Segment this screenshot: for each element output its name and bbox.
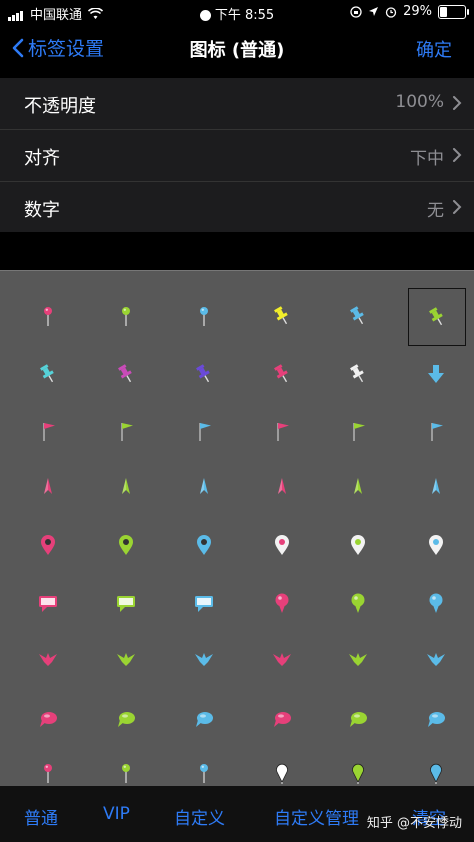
rotation-lock-icon (350, 5, 362, 18)
setting-label: 不透明度 (24, 96, 96, 117)
tab-vip[interactable]: VIP (103, 804, 130, 824)
spike-red-icon[interactable] (254, 459, 310, 515)
flag-blue-icon[interactable] (408, 403, 464, 459)
battery-icon (438, 4, 469, 19)
pushpin-purple-icon[interactable] (176, 346, 232, 402)
chevron-right-icon (453, 148, 462, 162)
balloon-pin-green-icon[interactable] (330, 575, 386, 631)
flag-green-icon[interactable] (330, 403, 386, 459)
flag-red-icon[interactable] (254, 403, 310, 459)
pin-green-icon[interactable] (98, 288, 154, 344)
pin-blue-icon[interactable] (176, 288, 232, 344)
spike-blue-icon[interactable] (176, 459, 232, 515)
arrow-down-icon[interactable] (408, 346, 464, 402)
tab-bar: 普通 VIP 自定义 自定义管理 清空 知乎 @不安悸动 (0, 786, 474, 842)
location-services-icon (199, 10, 211, 21)
bird-red-icon[interactable] (254, 631, 310, 687)
setting-label: 数字 (24, 200, 60, 221)
setting-value: 100% (395, 92, 444, 112)
setting-label: 对齐 (24, 148, 60, 169)
bird-red-icon[interactable] (20, 631, 76, 687)
clock-time: 下午 8:55 (214, 8, 275, 23)
bird-blue-icon[interactable] (408, 631, 464, 687)
spike-green-icon[interactable] (330, 459, 386, 515)
speech-box-green-icon[interactable] (98, 575, 154, 631)
bubble-green-icon[interactable] (330, 691, 386, 747)
pushpin-yellow-icon[interactable] (254, 288, 310, 344)
speech-box-blue-icon[interactable] (176, 575, 232, 631)
chevron-right-icon (453, 96, 462, 110)
flag-red-icon[interactable] (20, 403, 76, 459)
location-arrow-icon (369, 7, 379, 16)
map-marker-blue-white-icon[interactable] (408, 517, 464, 573)
tab-custom-manage[interactable]: 自定义管理 (274, 804, 359, 829)
pin-red-icon[interactable] (20, 288, 76, 344)
bird-blue-icon[interactable] (176, 631, 232, 687)
status-bar: 中国联通 下午 8:55 29% (0, 0, 474, 24)
page-title: 图标 (普通) (189, 40, 285, 61)
map-marker-blue-icon[interactable] (176, 517, 232, 573)
pushpin-white-icon[interactable] (330, 346, 386, 402)
bubble-green-icon[interactable] (98, 691, 154, 747)
watermark: 知乎 @不安悸动 (366, 816, 462, 831)
pushpin-magenta-icon[interactable] (98, 346, 154, 402)
bubble-blue-icon[interactable] (176, 691, 232, 747)
bubble-red-icon[interactable] (20, 691, 76, 747)
flag-blue-icon[interactable] (176, 403, 232, 459)
bird-green-icon[interactable] (98, 631, 154, 687)
settings-list: 不透明度 100% 对齐 下中数字 无 (0, 78, 474, 233)
tab-normal[interactable]: 普通 (24, 804, 58, 829)
icon-grid (0, 270, 474, 787)
chevron-right-icon (453, 200, 462, 214)
balloon-pin-red-icon[interactable] (254, 575, 310, 631)
setting-row-alignment[interactable]: 对齐 下中 (0, 130, 474, 182)
flag-green-icon[interactable] (98, 403, 154, 459)
pushpin-green-icon[interactable] (408, 288, 466, 346)
alarm-icon (385, 6, 397, 18)
setting-row-number[interactable]: 数字 无 (0, 182, 474, 233)
navigation-bar: 标签设置 图标 (普通) 确定 (0, 24, 474, 72)
confirm-button[interactable]: 确定 (416, 36, 452, 62)
spike-green-icon[interactable] (98, 459, 154, 515)
pushpin-cyan-icon[interactable] (20, 346, 76, 402)
spike-red-icon[interactable] (20, 459, 76, 515)
setting-value: 无 (427, 201, 444, 221)
map-marker-green-icon[interactable] (98, 517, 154, 573)
bubble-blue-icon[interactable] (408, 691, 464, 747)
bird-green-icon[interactable] (330, 631, 386, 687)
section-gap (0, 232, 474, 270)
bubble-red-icon[interactable] (254, 691, 310, 747)
setting-row-opacity[interactable]: 不透明度 100% (0, 78, 474, 130)
map-marker-green-white-icon[interactable] (330, 517, 386, 573)
pushpin-blue-icon[interactable] (330, 288, 386, 344)
map-marker-red-icon[interactable] (20, 517, 76, 573)
balloon-pin-blue-icon[interactable] (408, 575, 464, 631)
spike-blue-icon[interactable] (408, 459, 464, 515)
speech-box-red-icon[interactable] (20, 575, 76, 631)
battery-percent: 29% (403, 4, 432, 19)
map-marker-red-white-icon[interactable] (254, 517, 310, 573)
tab-custom[interactable]: 自定义 (174, 804, 225, 829)
pushpin-red-icon[interactable] (254, 346, 310, 402)
setting-value: 下中 (410, 149, 444, 169)
